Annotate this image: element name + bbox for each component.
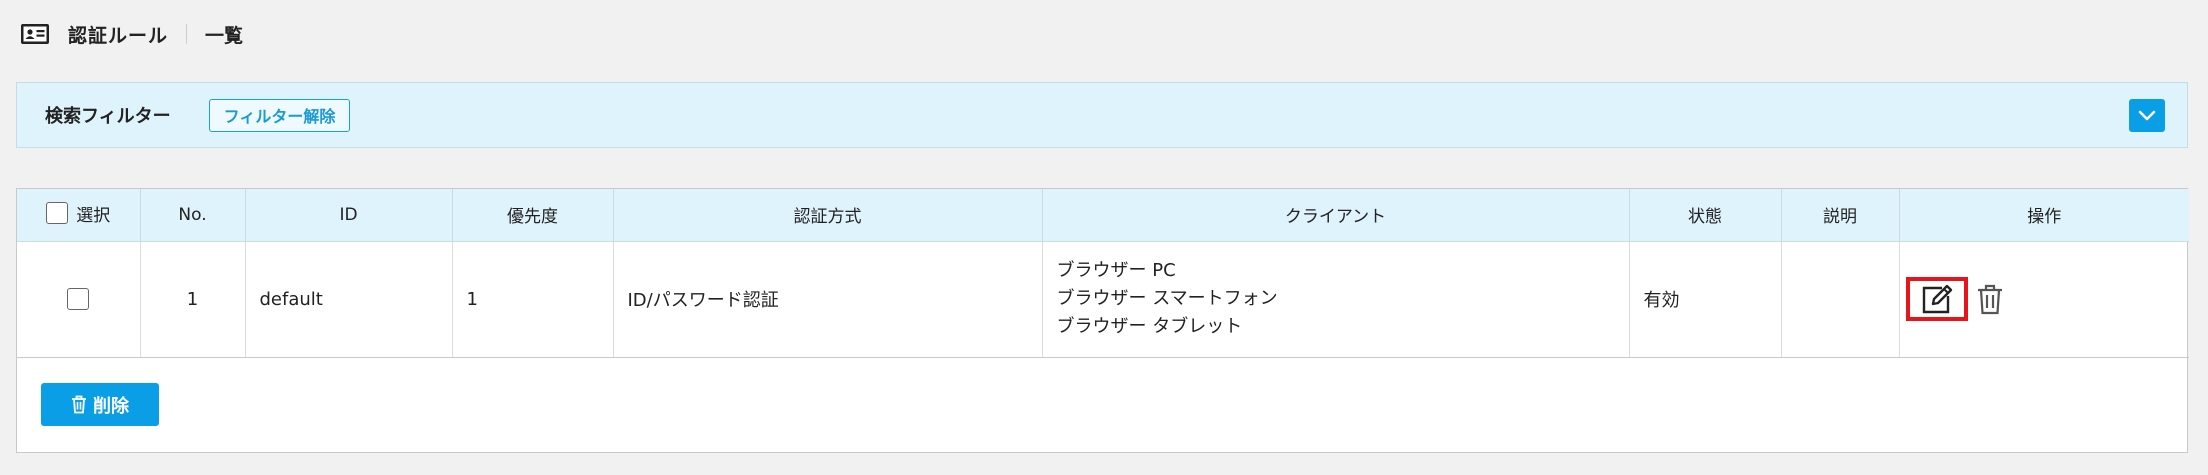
page-subtitle: 一覧 — [205, 24, 244, 47]
row-priority: 1 — [452, 241, 614, 358]
rules-table: 選択 No. ID 優先度 認証方式 クライアント 状態 説明 操作 1 def… — [17, 189, 2189, 358]
chevron-down-icon — [2138, 110, 2156, 120]
select-all-checkbox[interactable] — [46, 202, 69, 224]
clear-filter-button[interactable]: フィルター解除 — [208, 98, 351, 132]
header-client[interactable]: クライアント — [1042, 189, 1630, 242]
client-item: ブラウザー スマートフォン — [1056, 288, 1278, 309]
rules-table-panel: 選択 No. ID 優先度 認証方式 クライアント 状態 説明 操作 1 def… — [16, 188, 2189, 453]
delete-row-button[interactable] — [1976, 283, 2004, 315]
page-header: 認証ルール 一覧 — [20, 14, 243, 54]
row-no: 1 — [140, 241, 246, 358]
row-description — [1781, 241, 1900, 358]
row-status: 有効 — [1629, 241, 1782, 358]
filter-toggle-button[interactable] — [2129, 99, 2165, 132]
bulk-delete-button[interactable]: 削除 — [41, 383, 159, 426]
header-select-label: 選択 — [76, 205, 111, 226]
header-operations: 操作 — [1899, 189, 2189, 242]
client-item: ブラウザー PC — [1056, 260, 1176, 281]
header-select: 選択 — [17, 189, 141, 242]
table-header-row: 選択 No. ID 優先度 認証方式 クライアント 状態 説明 操作 — [17, 189, 2189, 242]
title-separator — [186, 24, 188, 44]
row-operations — [1899, 241, 2189, 358]
header-description[interactable]: 説明 — [1781, 189, 1900, 242]
edit-icon — [1922, 284, 1952, 314]
header-status[interactable]: 状態 — [1629, 189, 1782, 242]
row-auth-method: ID/パスワード認証 — [613, 241, 1043, 358]
bulk-delete-label: 削除 — [93, 395, 129, 417]
page-title: 認証ルール — [68, 24, 169, 47]
header-no[interactable]: No. — [140, 189, 246, 242]
header-id[interactable]: ID — [245, 189, 453, 242]
table-row: 1 default 1 ID/パスワード認証 ブラウザー PC ブラウザー スマ… — [17, 241, 2189, 358]
search-filter-title: 検索フィルター — [45, 106, 171, 127]
row-id: default — [245, 241, 453, 358]
id-card-icon — [21, 24, 49, 44]
row-client: ブラウザー PC ブラウザー スマートフォン ブラウザー タブレット — [1042, 241, 1630, 358]
search-filter-panel: 検索フィルター フィルター解除 — [16, 82, 2188, 148]
trash-icon — [72, 395, 86, 414]
header-auth-method[interactable]: 認証方式 — [613, 189, 1043, 242]
client-item: ブラウザー タブレット — [1056, 316, 1243, 337]
trash-icon — [1977, 284, 2002, 315]
edit-button[interactable] — [1905, 277, 1968, 321]
header-priority[interactable]: 優先度 — [452, 189, 614, 242]
row-checkbox[interactable] — [67, 288, 90, 310]
row-select-cell — [17, 241, 141, 358]
